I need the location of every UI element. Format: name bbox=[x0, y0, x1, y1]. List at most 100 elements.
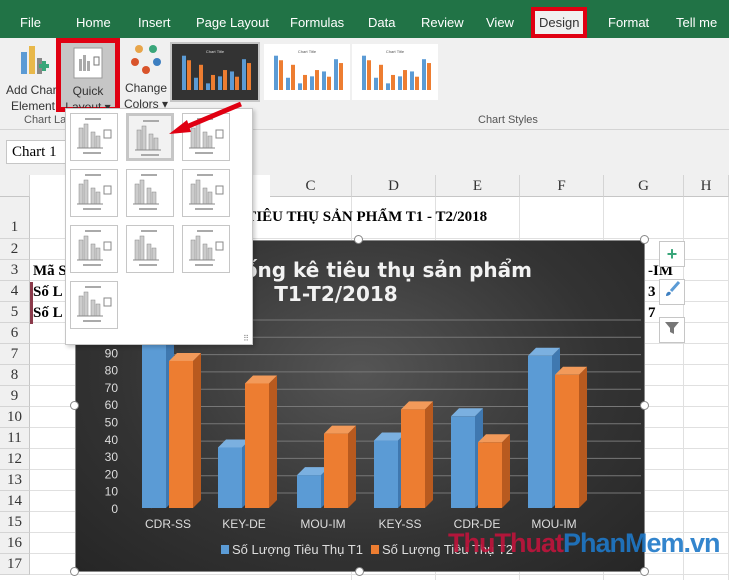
style-thumb-bar bbox=[422, 59, 426, 90]
cell-g4[interactable]: 3 bbox=[648, 284, 656, 301]
tab-review[interactable]: Review bbox=[421, 15, 464, 30]
quick-layout-option-9[interactable] bbox=[182, 225, 230, 273]
quick-layout-label: Quick bbox=[72, 84, 104, 98]
row-header-8[interactable]: 8 bbox=[0, 365, 30, 386]
resize-handle[interactable] bbox=[640, 401, 649, 410]
style-thumb-bar bbox=[362, 55, 366, 90]
tab-data[interactable]: Data bbox=[368, 15, 395, 30]
watermark: ThuThuatPhanMem.vn bbox=[448, 528, 721, 558]
tab-formulas[interactable]: Formulas bbox=[290, 15, 344, 30]
layout-thumbnail-icon bbox=[77, 230, 112, 266]
row-header-6[interactable]: 6 bbox=[0, 323, 30, 344]
style-thumb-bar bbox=[291, 64, 295, 90]
quick-layout-option-1[interactable] bbox=[70, 113, 118, 161]
palette-icon bbox=[131, 45, 161, 74]
row-header-14[interactable]: 14 bbox=[0, 491, 30, 512]
tab-view[interactable]: View bbox=[486, 15, 514, 30]
name-box[interactable]: Chart 1 bbox=[6, 140, 66, 164]
column-header-d[interactable]: D bbox=[352, 175, 436, 197]
column-header-c[interactable]: C bbox=[270, 175, 352, 197]
chart-style-1[interactable]: Chart Title bbox=[172, 44, 258, 100]
row-header-4[interactable]: 4 bbox=[0, 281, 30, 302]
resize-handle[interactable] bbox=[355, 567, 364, 576]
style-thumb-bar bbox=[211, 74, 215, 90]
row-header-1[interactable]: 1 bbox=[0, 197, 30, 239]
layout-thumbnail-icon bbox=[133, 174, 159, 210]
quick-layout-option-7[interactable] bbox=[70, 225, 118, 273]
red-arrow-annotation bbox=[169, 101, 242, 134]
layout-thumbnail-icon bbox=[189, 230, 224, 266]
bar-2 bbox=[401, 409, 425, 508]
chart-style-3[interactable]: Chart Title bbox=[352, 44, 438, 100]
y-tick-label: 10 bbox=[105, 485, 119, 499]
style-thumb-bar bbox=[410, 71, 414, 90]
chart-style-2[interactable]: Chart Title bbox=[264, 44, 350, 100]
bar-2 bbox=[555, 374, 579, 508]
style-thumb-bar bbox=[427, 63, 431, 90]
style-thumb-bar bbox=[386, 83, 390, 90]
row-header-11[interactable]: 11 bbox=[0, 428, 30, 449]
row-header-10[interactable]: 10 bbox=[0, 407, 30, 428]
y-tick-label: 20 bbox=[105, 467, 119, 481]
resize-handle[interactable] bbox=[640, 567, 649, 576]
row-header-16[interactable]: 16 bbox=[0, 533, 30, 554]
tab-home[interactable]: Home bbox=[76, 15, 111, 30]
quick-layout-option-5[interactable] bbox=[126, 169, 174, 217]
style-thumb-bar bbox=[218, 76, 222, 90]
quick-layout-option-8[interactable] bbox=[126, 225, 174, 273]
column-header-e[interactable]: E bbox=[436, 175, 520, 197]
row-header-12[interactable]: 12 bbox=[0, 449, 30, 470]
chart-filters-button[interactable] bbox=[659, 317, 685, 343]
row-header-2[interactable]: 2 bbox=[0, 239, 30, 260]
row-header-5[interactable]: 5 bbox=[0, 302, 30, 323]
resize-handle[interactable] bbox=[70, 401, 79, 410]
resize-handle[interactable] bbox=[640, 235, 649, 244]
resize-handle[interactable] bbox=[70, 567, 79, 576]
quick-layout-button[interactable]: Quick Layout ▾ bbox=[56, 38, 120, 114]
tab-insert[interactable]: Insert bbox=[138, 15, 171, 30]
tab-format[interactable]: Format bbox=[608, 15, 649, 30]
style-thumb-bar bbox=[279, 60, 283, 90]
chart-elements-button[interactable]: + bbox=[659, 241, 685, 267]
add-chart-element-button[interactable]: Add Chart Element bbox=[4, 44, 62, 114]
style-thumb-title: Chart Title bbox=[206, 49, 225, 54]
cell-a5[interactable]: Số L bbox=[33, 305, 63, 322]
column-header-g[interactable]: G bbox=[604, 175, 684, 197]
tab-design[interactable]: Design bbox=[531, 7, 588, 38]
resize-handle[interactable] bbox=[354, 235, 363, 244]
row-header-9[interactable]: 9 bbox=[0, 386, 30, 407]
add-chart-label: Add Chart bbox=[5, 83, 61, 97]
style-thumb-bar bbox=[194, 77, 198, 90]
style-thumb-bar bbox=[286, 77, 290, 90]
bar-1 bbox=[218, 447, 242, 508]
style-thumb-bar bbox=[339, 63, 343, 90]
style-thumb-bar bbox=[230, 71, 234, 90]
row-header-17[interactable]: 17 bbox=[0, 554, 30, 575]
cell-g5[interactable]: 7 bbox=[648, 305, 656, 322]
row-header-7[interactable]: 7 bbox=[0, 344, 30, 365]
cell-a4[interactable]: Số L bbox=[33, 284, 63, 301]
style-thumb-bar bbox=[322, 71, 326, 90]
tab-page-layout[interactable]: Page Layout bbox=[196, 15, 269, 30]
add-chart-element-icon bbox=[21, 46, 49, 74]
row-header-13[interactable]: 13 bbox=[0, 470, 30, 491]
resize-grip[interactable]: ⠿ bbox=[243, 334, 249, 343]
x-tick-label: KEY-DE bbox=[222, 517, 266, 531]
quick-layout-option-4[interactable] bbox=[70, 169, 118, 217]
cell-a3[interactable]: Mã S bbox=[33, 263, 67, 280]
cell-title[interactable]: C TIÊU THỤ SẢN PHẨM T1 - T2/2018 bbox=[232, 209, 487, 226]
chart-styles-group-label: Chart Styles bbox=[478, 114, 538, 126]
chart-styles-button[interactable] bbox=[659, 279, 685, 305]
column-header-h[interactable]: H bbox=[684, 175, 729, 197]
tab-file[interactable]: File bbox=[20, 15, 41, 30]
row-header-3[interactable]: 3 bbox=[0, 260, 30, 281]
bar-side bbox=[579, 366, 587, 508]
style-thumb-bar bbox=[398, 76, 402, 90]
select-all-corner[interactable] bbox=[0, 175, 30, 197]
row-header-15[interactable]: 15 bbox=[0, 512, 30, 533]
quick-layout-option-10[interactable] bbox=[70, 281, 118, 329]
column-header-f[interactable]: F bbox=[520, 175, 604, 197]
quick-layout-option-6[interactable] bbox=[182, 169, 230, 217]
tab-tell-me[interactable]: Tell me bbox=[676, 15, 717, 30]
style-thumb-bar bbox=[274, 55, 278, 90]
